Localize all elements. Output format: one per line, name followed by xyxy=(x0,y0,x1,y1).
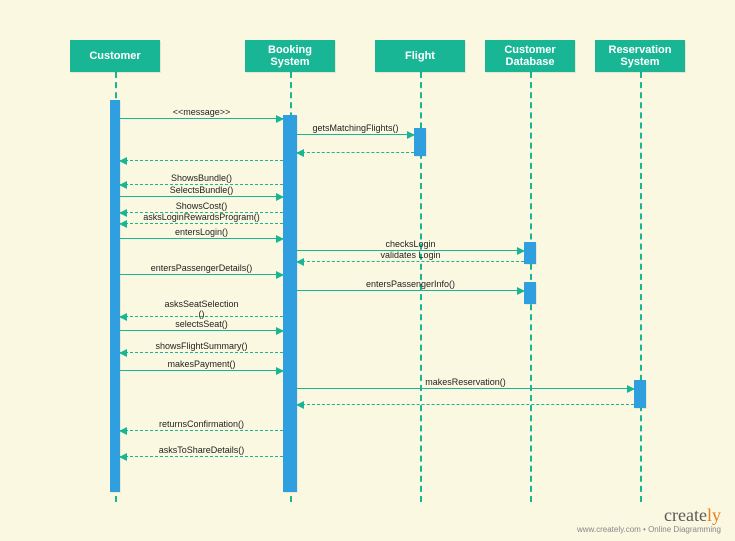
participant-label: Customer xyxy=(89,50,140,62)
message-label: ShowsBundle() xyxy=(171,173,232,183)
creately-watermark: creately www.creately.com • Online Diagr… xyxy=(577,506,721,535)
participant-label: Customer Database xyxy=(504,44,555,68)
msg-selects-seat: selectsSeat() xyxy=(120,330,283,331)
message-label: checksLogin xyxy=(385,239,435,249)
brand-prefix: create xyxy=(664,505,707,525)
msg-enters-passenger-details: entersPassengerDetails() xyxy=(120,274,283,275)
msg-returns-confirmation: returnsConfirmation() xyxy=(120,430,283,431)
msg-selects-bundle: SelectsBundle() xyxy=(120,196,283,197)
activation-reserv xyxy=(634,380,646,408)
message-label: showsFlightSummary() xyxy=(155,341,247,351)
msg-flight-return xyxy=(297,152,414,153)
message-label: SelectsBundle() xyxy=(170,185,234,195)
message-label: entersPassengerDetails() xyxy=(151,263,253,273)
participant-customer: Customer xyxy=(70,40,160,72)
activation-flight xyxy=(414,128,426,156)
participant-label: Reservation System xyxy=(609,44,672,68)
message-label: entersLogin() xyxy=(175,227,228,237)
participant-booking: Booking System xyxy=(245,40,335,72)
brand-logo: creately xyxy=(577,506,721,526)
msg-shows-flight-summary: showsFlightSummary() xyxy=(120,352,283,353)
msg-asks-seat-selection: asksSeatSelection() xyxy=(120,316,283,317)
message-label: <<message>> xyxy=(173,107,231,117)
participant-label: Booking System xyxy=(268,44,312,68)
message-label: entersPassengerInfo() xyxy=(366,279,455,289)
msg-asks-to-share-details: asksToShareDetails() xyxy=(120,456,283,457)
msg-validates-login: validates Login xyxy=(297,261,524,262)
message-label: makesReservation() xyxy=(425,377,506,387)
msg-reservation-return xyxy=(297,404,634,405)
msg-enters-passenger-info: entersPassengerInfo() xyxy=(297,290,524,291)
msg-message: <<message>> xyxy=(120,118,283,119)
msg-makes-payment: makesPayment() xyxy=(120,370,283,371)
brand-suffix: ly xyxy=(707,505,721,525)
activation-custdb-1 xyxy=(524,242,536,264)
message-label: ShowsCost() xyxy=(176,201,228,211)
msg-asks-login-rewards: asksLoginRewardsProgram() xyxy=(120,223,283,224)
message-label: makesPayment() xyxy=(167,359,235,369)
msg-gets-matching-flights: getsMatchingFlights() xyxy=(297,134,414,135)
message-label: validates Login xyxy=(380,250,440,260)
message-label: asksLoginRewardsProgram() xyxy=(143,212,260,222)
activation-custdb-2 xyxy=(524,282,536,304)
participant-flight: Flight xyxy=(375,40,465,72)
participant-label: Flight xyxy=(405,50,435,62)
message-label: asksToShareDetails() xyxy=(159,445,245,455)
activation-booking xyxy=(283,115,297,492)
lifeline-reserv xyxy=(640,72,642,502)
participant-custdb: Customer Database xyxy=(485,40,575,72)
message-label: getsMatchingFlights() xyxy=(312,123,398,133)
brand-tagline: www.creately.com • Online Diagramming xyxy=(577,526,721,535)
message-label: selectsSeat() xyxy=(175,319,228,329)
message-label: asksSeatSelection() xyxy=(164,299,238,319)
msg-booking-return-1 xyxy=(120,160,283,161)
message-label: returnsConfirmation() xyxy=(159,419,244,429)
sequence-diagram-canvas: Customer Booking System Flight Customer … xyxy=(0,0,735,541)
msg-enters-login: entersLogin() xyxy=(120,238,283,239)
participant-reserv: Reservation System xyxy=(595,40,685,72)
msg-makes-reservation: makesReservation() xyxy=(297,388,634,389)
